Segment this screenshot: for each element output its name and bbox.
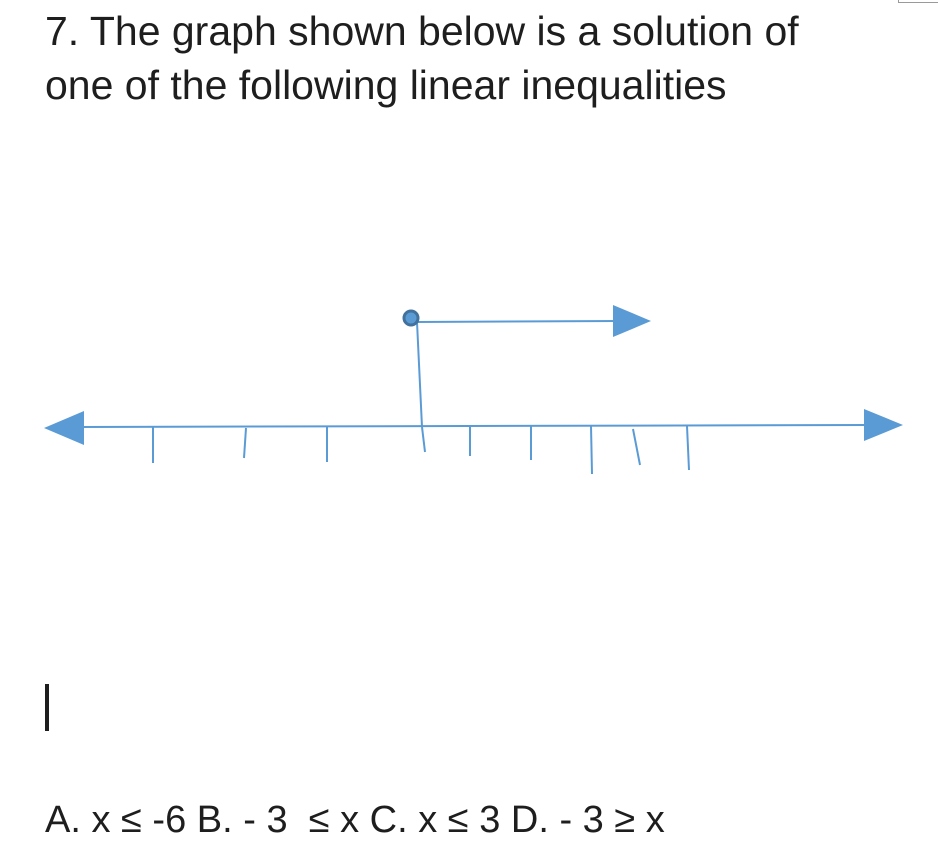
solution-ray-arrowhead-icon <box>613 305 651 337</box>
tick-marks <box>152 425 690 475</box>
tick-mark <box>243 427 247 459</box>
solution-ray <box>416 320 619 323</box>
closed-endpoint-dot <box>402 309 420 327</box>
text-cursor <box>45 684 49 731</box>
tick-mark <box>421 426 426 453</box>
solution-connector-line <box>416 321 423 428</box>
number-line-axis <box>79 424 869 428</box>
answer-choices: A. x ≤ -6 B. - 3 ≤ x C. x ≤ 3 D. - 3 ≥ x <box>45 799 665 841</box>
left-arrowhead-icon <box>44 411 84 445</box>
number-line-drawing <box>44 305 903 475</box>
right-arrowhead-icon <box>864 409 903 441</box>
tick-mark <box>686 425 690 471</box>
tick-mark <box>590 425 593 475</box>
tick-mark <box>632 428 641 466</box>
question-text: 7. The graph shown below is a solution o… <box>45 8 799 108</box>
corner-frame <box>898 0 938 3</box>
